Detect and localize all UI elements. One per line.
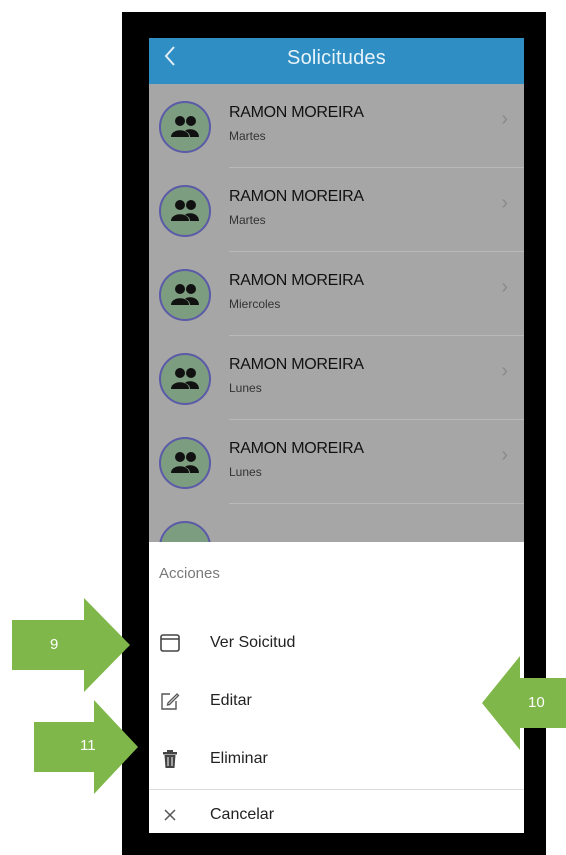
annotation-label-10: 10 <box>528 694 545 711</box>
request-name: RAMON MOREIRA <box>229 272 364 289</box>
annotation-label-9: 9 <box>50 636 59 653</box>
edit-label: Editar <box>210 692 252 709</box>
page-title: Solicitudes <box>287 47 386 69</box>
list-item[interactable]: RAMON MOREIRA Lunes › <box>149 420 524 504</box>
chevron-right-icon: › <box>501 360 508 382</box>
view-request-label: Ver Soicitud <box>210 634 296 651</box>
group-icon <box>171 368 199 389</box>
avatar <box>159 185 211 237</box>
group-icon <box>171 452 199 473</box>
action-sheet: Acciones Ver Soicitud Editar Eliminar Ca… <box>149 542 524 833</box>
annotation-label-11: 11 <box>80 737 96 754</box>
cancel-button[interactable]: Cancelar <box>149 790 524 833</box>
window-icon <box>160 634 180 652</box>
annotation-arrow-10 <box>482 656 566 750</box>
request-day: Lunes <box>229 381 262 395</box>
request-name: RAMON MOREIRA <box>229 188 364 205</box>
request-day: Martes <box>229 213 266 227</box>
request-day: Miercoles <box>229 297 281 311</box>
request-name: RAMON MOREIRA <box>229 104 364 121</box>
chevron-right-icon: › <box>501 444 508 466</box>
group-icon <box>171 284 199 305</box>
avatar <box>159 269 211 321</box>
cancel-label: Cancelar <box>210 806 275 823</box>
annotation-arrow-9 <box>12 598 130 692</box>
app-screen: Solicitudes RAMON MOREIRA Martes › RAMON… <box>149 38 524 833</box>
list-item[interactable]: RAMON MOREIRA Martes › <box>149 168 524 252</box>
view-request-button[interactable]: Ver Soicitud <box>149 618 524 670</box>
chevron-right-icon: › <box>501 108 508 130</box>
delete-button[interactable]: Eliminar <box>149 734 524 786</box>
request-name: RAMON MOREIRA <box>229 356 364 373</box>
avatar <box>159 437 211 489</box>
list-item[interactable]: RAMON MOREIRA Lunes › <box>149 336 524 420</box>
request-name: RAMON MOREIRA <box>229 440 364 457</box>
delete-label: Eliminar <box>210 750 268 767</box>
header-bar: Solicitudes <box>149 38 524 84</box>
list-item[interactable]: RAMON MOREIRA Miercoles › <box>149 252 524 336</box>
avatar <box>159 353 211 405</box>
request-day: Martes <box>229 129 266 143</box>
group-icon <box>171 116 199 137</box>
chevron-right-icon: › <box>501 276 508 298</box>
action-sheet-title: Acciones <box>159 565 220 582</box>
trash-icon <box>163 750 177 768</box>
edit-button[interactable]: Editar <box>149 676 524 728</box>
chevron-right-icon: › <box>501 192 508 214</box>
list-item[interactable]: RAMON MOREIRA Martes › <box>149 84 524 168</box>
close-icon <box>164 809 176 821</box>
edit-icon <box>161 693 180 710</box>
group-icon <box>171 200 199 221</box>
avatar <box>159 101 211 153</box>
request-day: Lunes <box>229 465 262 479</box>
